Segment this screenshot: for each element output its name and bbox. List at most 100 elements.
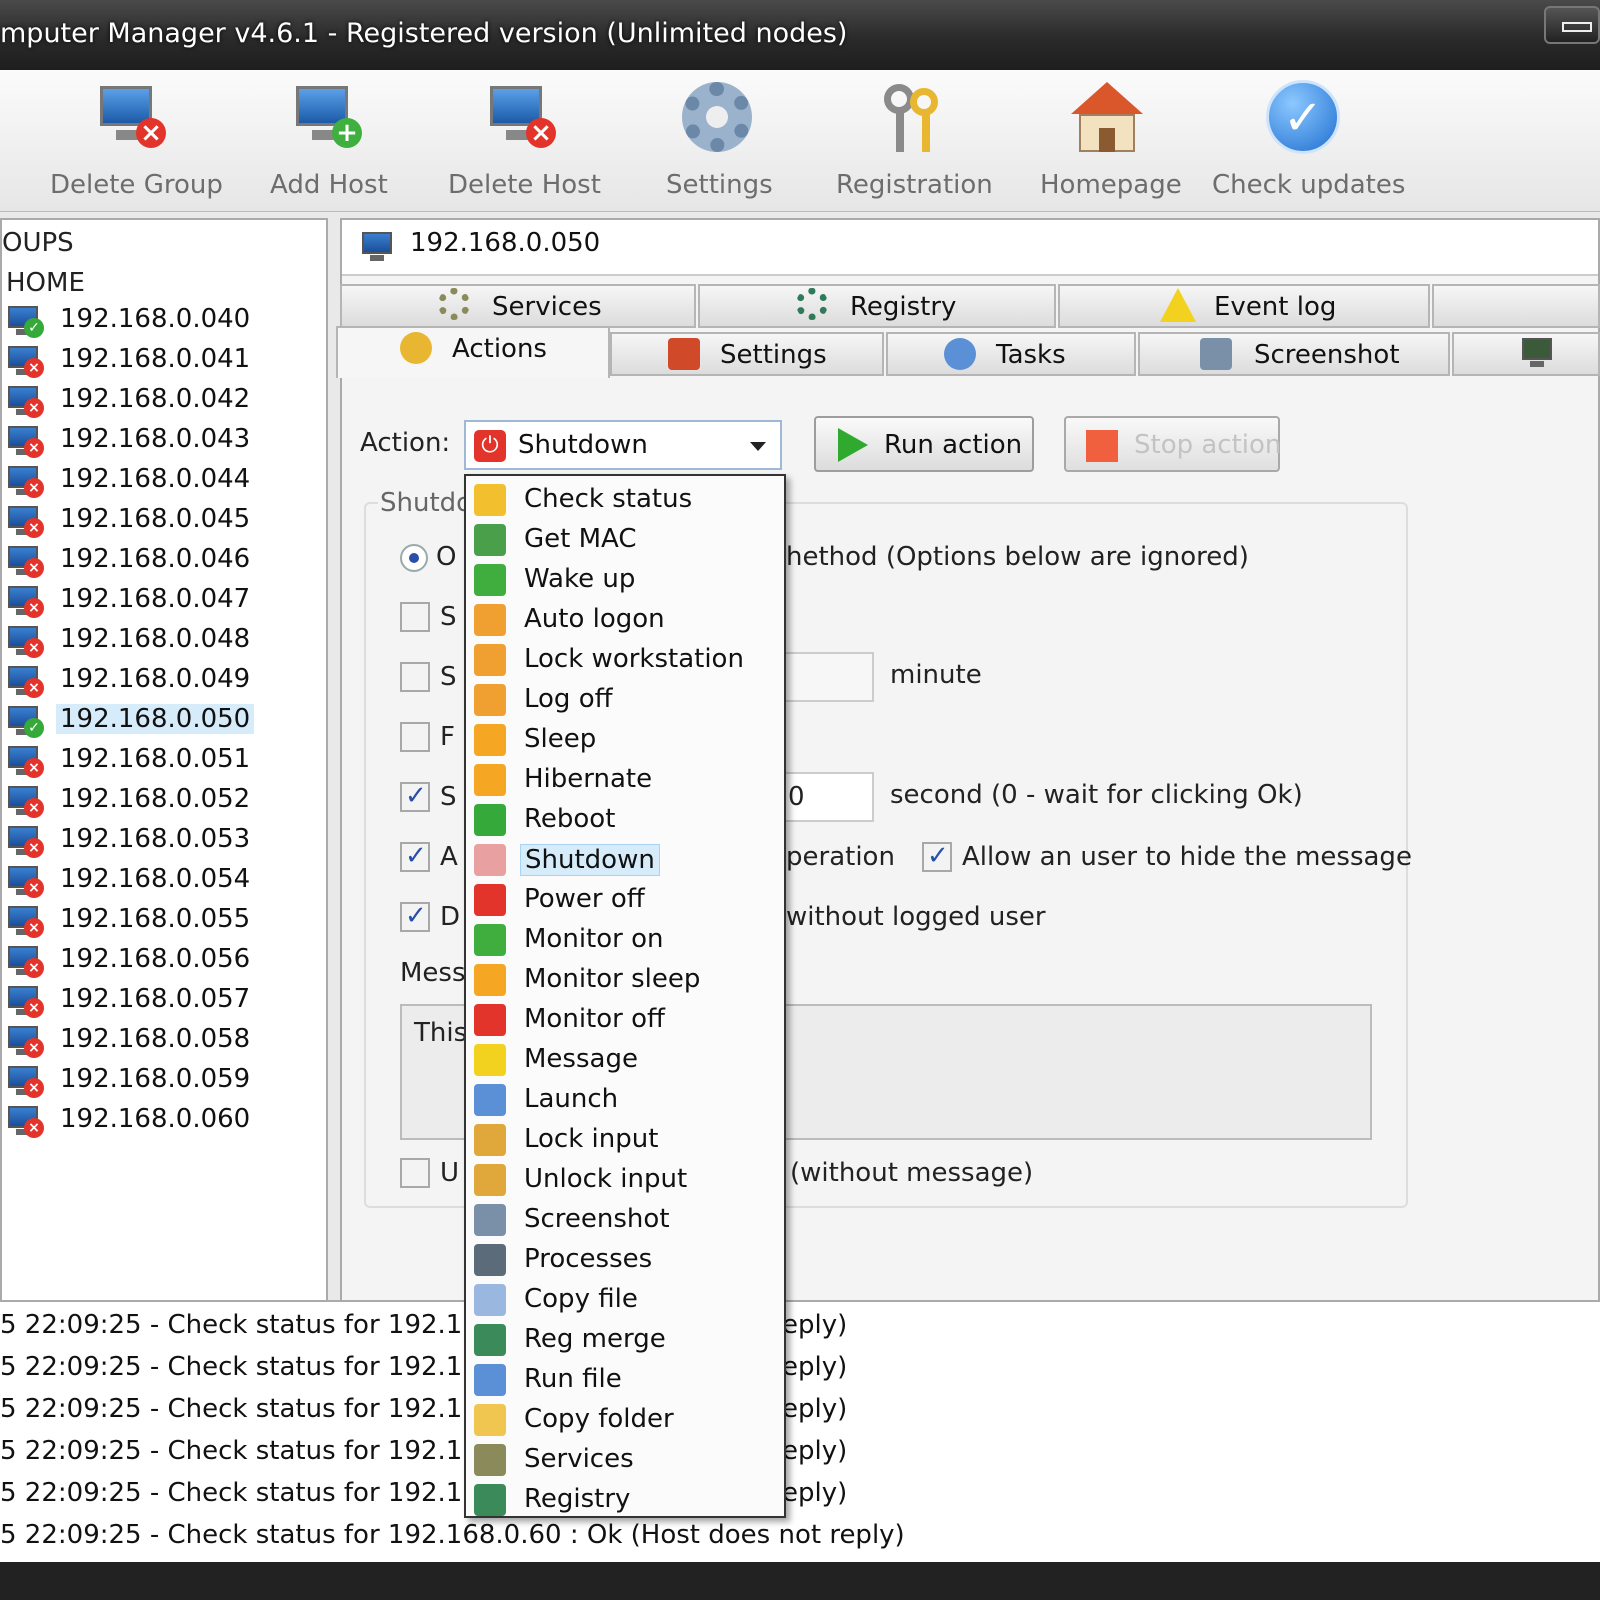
- host-item[interactable]: × 192.168.0.056: [4, 942, 324, 978]
- host-item[interactable]: × 192.168.0.051: [4, 742, 324, 778]
- option-checkbox-1[interactable]: [400, 602, 430, 632]
- action-option-monitor-on[interactable]: Monitor on: [470, 920, 782, 960]
- tab-screenshot[interactable]: Screenshot: [1138, 332, 1450, 376]
- option-checkbox-5[interactable]: [400, 841, 430, 872]
- host-item[interactable]: × 192.168.0.046: [4, 542, 324, 578]
- tab-tasks[interactable]: Tasks: [886, 332, 1136, 376]
- run-action-button[interactable]: Run action: [814, 416, 1034, 472]
- action-icon: [474, 1444, 506, 1476]
- action-option-reg-merge[interactable]: Reg merge: [470, 1320, 782, 1360]
- host-item[interactable]: × 192.168.0.057: [4, 982, 324, 1018]
- action-option-copy-folder[interactable]: Copy folder: [470, 1400, 782, 1440]
- host-item[interactable]: × 192.168.0.048: [4, 622, 324, 658]
- option-label-7-tail: (without message): [790, 1158, 1034, 1188]
- action-option-lock-input[interactable]: Lock input: [470, 1120, 782, 1160]
- action-option-check-status[interactable]: Check status: [470, 480, 782, 520]
- host-item[interactable]: × 192.168.0.043: [4, 422, 324, 458]
- tab-registry[interactable]: Registry: [698, 284, 1056, 328]
- registration-button[interactable]: Registration: [836, 78, 993, 206]
- host-item[interactable]: × 192.168.0.054: [4, 862, 324, 898]
- tab-processes[interactable]: [1452, 332, 1600, 376]
- action-option-wake-up[interactable]: Wake up: [470, 560, 782, 600]
- action-option-processes[interactable]: Processes: [470, 1240, 782, 1280]
- computer-online-icon: ✓: [4, 304, 48, 338]
- host-item[interactable]: × 192.168.0.047: [4, 582, 324, 618]
- tab-actions[interactable]: Actions: [336, 326, 610, 378]
- host-item[interactable]: × 192.168.0.053: [4, 822, 324, 858]
- action-option-power-off[interactable]: Power off: [470, 880, 782, 920]
- tab-label: Tasks: [996, 340, 1066, 370]
- action-option-shutdown[interactable]: Shutdown: [470, 840, 782, 880]
- host-ip: 192.168.0.041: [60, 344, 251, 374]
- action-option-services[interactable]: Services: [470, 1440, 782, 1480]
- option-checkbox-6[interactable]: [400, 901, 430, 932]
- option-checkbox-7[interactable]: [400, 1158, 430, 1188]
- groups-tree[interactable]: OUPS HOME ✓ 192.168.0.040 × 192.168.0.041 × 1…: [0, 218, 328, 1312]
- seconds-input[interactable]: 0: [784, 772, 874, 822]
- option-checkbox-2[interactable]: [400, 662, 430, 692]
- action-option-sleep[interactable]: Sleep: [470, 720, 782, 760]
- tab-settings[interactable]: Settings: [610, 332, 884, 376]
- stop-action-label: Stop action: [1134, 430, 1282, 460]
- action-option-registry[interactable]: Registry: [470, 1480, 782, 1520]
- maximize-button[interactable]: [1544, 6, 1600, 44]
- action-select[interactable]: ⏻ Shutdown: [464, 420, 782, 470]
- host-item[interactable]: × 192.168.0.044: [4, 462, 324, 498]
- action-icon: [474, 1164, 506, 1196]
- host-item[interactable]: × 192.168.0.052: [4, 782, 324, 818]
- action-icon: [474, 724, 506, 756]
- option-checkbox-3[interactable]: [400, 722, 430, 752]
- action-option-label: Reboot: [524, 804, 616, 834]
- tab-event-log[interactable]: Event log: [1058, 284, 1430, 328]
- group-home[interactable]: HOME: [6, 268, 85, 298]
- action-option-lock-workstation[interactable]: Lock workstation: [470, 640, 782, 680]
- check-updates-button[interactable]: ✓ Check updates: [1212, 78, 1405, 206]
- action-option-run-file[interactable]: Run file: [470, 1360, 782, 1400]
- homepage-button[interactable]: Homepage: [1040, 78, 1182, 206]
- action-option-label: Shutdown: [520, 844, 660, 876]
- action-option-get-mac[interactable]: Get MAC: [470, 520, 782, 560]
- host-item[interactable]: × 192.168.0.049: [4, 662, 324, 698]
- toolbar: × Delete Group + Add Host × Delete Host Settin…: [0, 70, 1600, 212]
- tools-icon: [668, 338, 700, 370]
- add-host-button[interactable]: + Add Host: [270, 78, 388, 206]
- action-option-screenshot[interactable]: Screenshot: [470, 1200, 782, 1240]
- host-item[interactable]: × 192.168.0.041: [4, 342, 324, 378]
- monitor-green-plus-icon: +: [286, 78, 366, 158]
- option-checkbox-4[interactable]: [400, 781, 430, 812]
- action-option-auto-logon[interactable]: Auto logon: [470, 600, 782, 640]
- action-icon: [474, 964, 506, 996]
- host-item[interactable]: × 192.168.0.045: [4, 502, 324, 538]
- stop-action-button[interactable]: Stop action: [1064, 416, 1282, 472]
- allow-hide-checkbox[interactable]: [922, 841, 952, 872]
- delete-group-button[interactable]: × Delete Group: [50, 78, 223, 206]
- log-panel[interactable]: 5 22:09:25 - Check status for 192.168. ep…: [0, 1300, 1600, 1562]
- tab-more[interactable]: [1432, 284, 1600, 328]
- option-label-6-tail: without logged user: [786, 902, 1046, 932]
- action-option-launch[interactable]: Launch: [470, 1080, 782, 1120]
- action-option-copy-file[interactable]: Copy file: [470, 1280, 782, 1320]
- host-item[interactable]: × 192.168.0.059: [4, 1062, 324, 1098]
- action-option-unlock-input[interactable]: Unlock input: [470, 1160, 782, 1200]
- host-item[interactable]: ✓ 192.168.0.040: [4, 302, 324, 338]
- delete-host-button[interactable]: × Delete Host: [448, 78, 601, 206]
- tab-services[interactable]: Services: [340, 284, 696, 328]
- host-item[interactable]: × 192.168.0.060: [4, 1102, 324, 1138]
- method-radio[interactable]: [400, 544, 428, 572]
- action-option-log-off[interactable]: Log off: [470, 680, 782, 720]
- action-option-reboot[interactable]: Reboot: [470, 800, 782, 840]
- host-item[interactable]: × 192.168.0.058: [4, 1022, 324, 1058]
- host-item[interactable]: × 192.168.0.042: [4, 382, 324, 418]
- computer-offline-icon: ×: [4, 664, 48, 698]
- allow-hide-label: Allow an user to hide the message: [962, 842, 1412, 872]
- action-option-monitor-sleep[interactable]: Monitor sleep: [470, 960, 782, 1000]
- action-option-monitor-off[interactable]: Monitor off: [470, 1000, 782, 1040]
- message-label: Mess: [400, 958, 466, 988]
- action-option-message[interactable]: Message: [470, 1040, 782, 1080]
- settings-button[interactable]: Settings: [666, 78, 773, 206]
- host-item[interactable]: × 192.168.0.055: [4, 902, 324, 938]
- action-dropdown-list[interactable]: Check status Get MAC Wake up Auto logon Lock…: [464, 474, 786, 1518]
- action-option-hibernate[interactable]: Hibernate: [470, 760, 782, 800]
- minute-input[interactable]: [784, 652, 874, 702]
- host-item[interactable]: ✓ 192.168.0.050: [4, 702, 324, 738]
